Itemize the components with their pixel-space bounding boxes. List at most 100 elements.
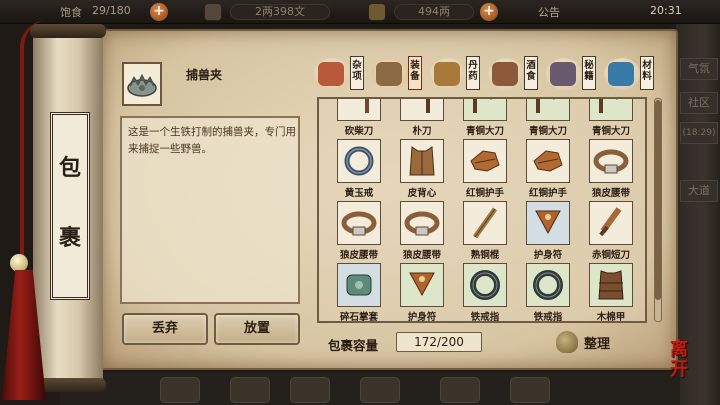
scroll-title-char-2: 裹 (58, 225, 81, 251)
bottom-menu-button-3[interactable] (290, 377, 330, 403)
slot-label: 熟铜棍 (470, 250, 500, 261)
slot-frame (526, 139, 570, 183)
inventory-slot[interactable]: 狼皮腰带 (327, 201, 387, 261)
tab-1[interactable]: 装备 (368, 56, 428, 92)
add-silver-button[interactable]: + (480, 3, 498, 21)
wine-food-icon (492, 62, 518, 86)
side-label-3: (18:29) (680, 122, 718, 144)
side-label-1[interactable]: 气氛 (680, 58, 718, 80)
inventory-slot[interactable]: 护身符 (516, 201, 576, 261)
slot-frame (337, 201, 381, 245)
capacity-value: 172/200 (396, 332, 482, 352)
bottom-menu-button-4[interactable] (360, 377, 400, 403)
slot-label: 朴刀 (412, 126, 432, 137)
slot-label: 铁戒指 (470, 312, 500, 323)
inventory-slot[interactable]: 木棉甲 (579, 263, 639, 321)
tab-label: 酒食 (524, 56, 538, 90)
slot-label: 护身符 (407, 312, 437, 323)
slot-label: 护身符 (533, 250, 563, 261)
inventory-slot[interactable]: 皮背心 (390, 139, 450, 199)
leather-vest-icon (409, 146, 435, 176)
selected-item-name: 捕兽夹 (186, 68, 223, 82)
tab-4[interactable]: 秘籍 (542, 56, 602, 92)
inventory-slot[interactable]: 黄玉戒 (327, 139, 387, 199)
capacity-label: 包裹容量 (328, 338, 379, 353)
grid-scrollbar-thumb[interactable] (655, 100, 661, 300)
slot-frame (337, 139, 381, 183)
slot-label: 狼皮腰带 (591, 188, 630, 199)
red-copper-dagger-icon (599, 207, 622, 237)
tab-label: 材料 (640, 56, 654, 90)
inventory-slot[interactable]: 青铜大刀 (579, 99, 639, 137)
inventory-slot[interactable]: 朴刀 (390, 99, 450, 137)
inventory-slot[interactable]: 砍柴刀 (327, 99, 387, 137)
tab-5[interactable]: 材料 (600, 56, 660, 92)
inventory-slot[interactable]: 熟铜棍 (453, 201, 513, 261)
misc-pot-icon (318, 62, 344, 86)
slot-frame (589, 99, 633, 121)
slot-label: 铁戒指 (533, 312, 563, 323)
slot-frame (526, 99, 570, 121)
slot-frame (589, 263, 633, 307)
leave-button[interactable]: 离开 (654, 340, 704, 386)
inventory-slot[interactable]: 铁戒指 (516, 263, 576, 321)
inventory-slot[interactable]: 铁戒指 (453, 263, 513, 321)
inventory-grid: 砍柴刀 朴刀 青铜大刀 青铜大刀 青铜大刀 黄玉戒 皮背心 红铜护手 红铜护手 狼皮腰带 狼皮腰带狼… (317, 97, 647, 323)
tab-0[interactable]: 杂项 (310, 56, 370, 92)
bottom-menu-button-2[interactable] (230, 377, 270, 403)
inventory-slot[interactable]: 护身符 (390, 263, 450, 321)
slot-label: 青铜大刀 (465, 126, 504, 137)
slot-label: 红铜护手 (528, 188, 567, 199)
material-crystal-icon (608, 62, 634, 86)
tab-label: 杂项 (350, 56, 364, 90)
selected-item-icon-frame (122, 62, 162, 106)
slot-frame (400, 201, 444, 245)
inventory-slot[interactable]: 碎石掌套 (327, 263, 387, 321)
slot-label: 狼皮腰带 (402, 250, 441, 261)
inventory-slot[interactable]: 青铜大刀 (516, 99, 576, 137)
slot-label: 青铜大刀 (591, 126, 630, 137)
sort-button[interactable]: 整理 (556, 330, 616, 356)
manual-books-icon (550, 62, 576, 86)
discard-button[interactable]: 丢弃 (122, 313, 208, 345)
inventory-slot[interactable]: 赤铜短刀 (579, 201, 639, 261)
slot-frame (400, 99, 444, 121)
iron-ring-icon (470, 270, 500, 300)
announcement-button[interactable]: 公告 (538, 4, 560, 20)
slot-label: 狼皮腰带 (339, 250, 378, 261)
leave-label: 离开 (670, 339, 688, 380)
bottom-menu-button-1[interactable] (160, 377, 200, 403)
money-bag-icon (556, 331, 578, 353)
inventory-slot[interactable]: 狼皮腰带 (579, 139, 639, 199)
slot-frame (463, 201, 507, 245)
bottom-menu-button-5[interactable] (440, 377, 480, 403)
tab-label: 秘籍 (582, 56, 596, 90)
tab-3[interactable]: 酒食 (484, 56, 544, 92)
bronze-blade-icon (599, 99, 618, 113)
copper-gauntlet-icon (470, 150, 500, 172)
inventory-slot[interactable]: 红铜护手 (516, 139, 576, 199)
equipment-icon (376, 62, 402, 86)
inventory-slot[interactable]: 红铜护手 (453, 139, 513, 199)
tab-label: 装备 (408, 56, 422, 90)
kapok-armor-icon (598, 270, 624, 300)
bottom-menu-button-6[interactable] (510, 377, 550, 403)
side-label-4[interactable]: 大道 (680, 180, 718, 202)
broadsword-icon (426, 99, 430, 113)
slot-frame (400, 139, 444, 183)
wolf-belt-icon (593, 149, 629, 174)
place-button[interactable]: 放置 (214, 313, 300, 345)
slot-frame (526, 201, 570, 245)
slot-frame (463, 263, 507, 307)
wolf-belt-icon (341, 211, 377, 236)
slot-frame (463, 99, 507, 121)
inventory-slot[interactable]: 狼皮腰带 (390, 201, 450, 261)
silver-amount: 494两 (394, 4, 474, 20)
slot-label: 黄玉戒 (344, 188, 374, 199)
add-food-button[interactable]: + (150, 3, 168, 21)
slot-frame (526, 263, 570, 307)
slot-frame (337, 99, 381, 121)
inventory-slot[interactable]: 青铜大刀 (453, 99, 513, 137)
side-label-2[interactable]: 社区 (680, 92, 718, 114)
tab-2[interactable]: 丹药 (426, 56, 486, 92)
